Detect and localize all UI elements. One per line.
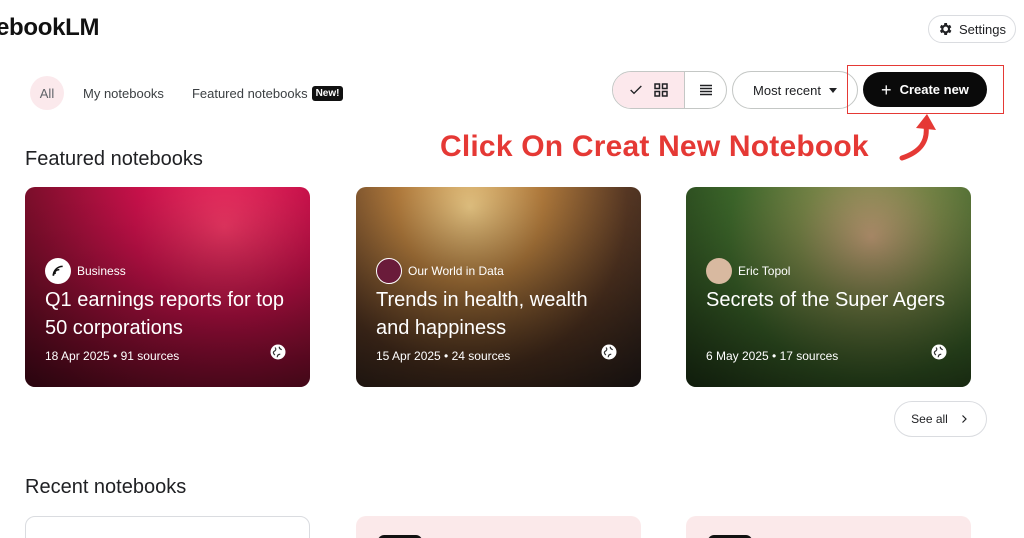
grid-view-button[interactable] — [613, 72, 685, 108]
tab-featured-notebooks[interactable]: Featured notebooks New! — [191, 85, 344, 101]
featured-card[interactable]: Our World in Data Trends in health, weal… — [356, 187, 641, 387]
see-all-button[interactable]: See all — [894, 401, 987, 437]
card-source: Eric Topol — [706, 258, 790, 284]
card-title: Trends in health, wealth and happiness — [376, 289, 588, 339]
settings-label: Settings — [959, 21, 1006, 37]
recent-notebook-card[interactable] — [356, 516, 641, 538]
tab-all[interactable]: All — [30, 76, 64, 110]
create-new-label: Create new — [899, 82, 969, 97]
source-label: Eric Topol — [738, 264, 791, 278]
settings-button[interactable]: Settings — [928, 15, 1016, 43]
card-source: Our World in Data — [376, 258, 504, 284]
card-title: Secrets of the Super Agers — [706, 289, 946, 311]
new-badge: New! — [311, 85, 344, 101]
plus-icon: + — [881, 79, 892, 100]
see-all-label: See all — [911, 412, 948, 426]
annotation-arrow-icon — [899, 114, 936, 161]
source-label: Our World in Data — [408, 264, 504, 278]
recent-section-title: Recent notebooks — [25, 476, 187, 498]
sort-dropdown[interactable]: Most recent — [732, 71, 858, 109]
featured-section-title: Featured notebooks — [25, 148, 203, 170]
tab-featured-label: Featured notebooks — [191, 85, 308, 101]
tab-my-notebooks[interactable]: My notebooks — [83, 86, 164, 101]
check-icon — [629, 85, 642, 95]
source-avatar — [45, 258, 71, 284]
globe-icon — [601, 344, 617, 360]
app-logo: ebookLM — [0, 14, 100, 41]
grid-icon — [653, 83, 668, 97]
recent-notebook-card[interactable] — [25, 516, 310, 538]
list-view-button[interactable] — [685, 72, 726, 108]
gear-icon — [939, 23, 952, 35]
card-title: Q1 earnings reports for top 50 corporati… — [45, 289, 285, 339]
create-new-button[interactable]: + Create new — [863, 72, 987, 107]
view-toggle — [612, 71, 727, 109]
source-avatar — [706, 258, 732, 284]
globe-icon — [931, 344, 947, 360]
source-avatar — [376, 258, 402, 284]
chevron-right-icon — [961, 415, 967, 423]
card-source: Business — [45, 258, 126, 284]
card-meta: 18 Apr 2025 • 91 sources — [45, 349, 180, 363]
list-icon — [699, 84, 712, 96]
sort-label: Most recent — [753, 82, 821, 98]
globe-icon — [270, 344, 286, 360]
recent-notebook-card[interactable] — [686, 516, 971, 538]
annotation-text: Click On Creat New Notebook — [440, 130, 869, 163]
filter-tabs: All My notebooks Featured notebooks New! — [30, 76, 344, 110]
featured-card[interactable]: Business Q1 earnings reports for top 50 … — [25, 187, 310, 387]
broadcast-icon — [52, 265, 63, 276]
card-meta: 6 May 2025 • 17 sources — [706, 349, 839, 363]
card-meta: 15 Apr 2025 • 24 sources — [376, 349, 511, 363]
featured-card[interactable]: Eric Topol Secrets of the Super Agers 6 … — [686, 187, 971, 387]
caret-down-icon — [828, 87, 837, 93]
source-label: Business — [77, 264, 126, 278]
